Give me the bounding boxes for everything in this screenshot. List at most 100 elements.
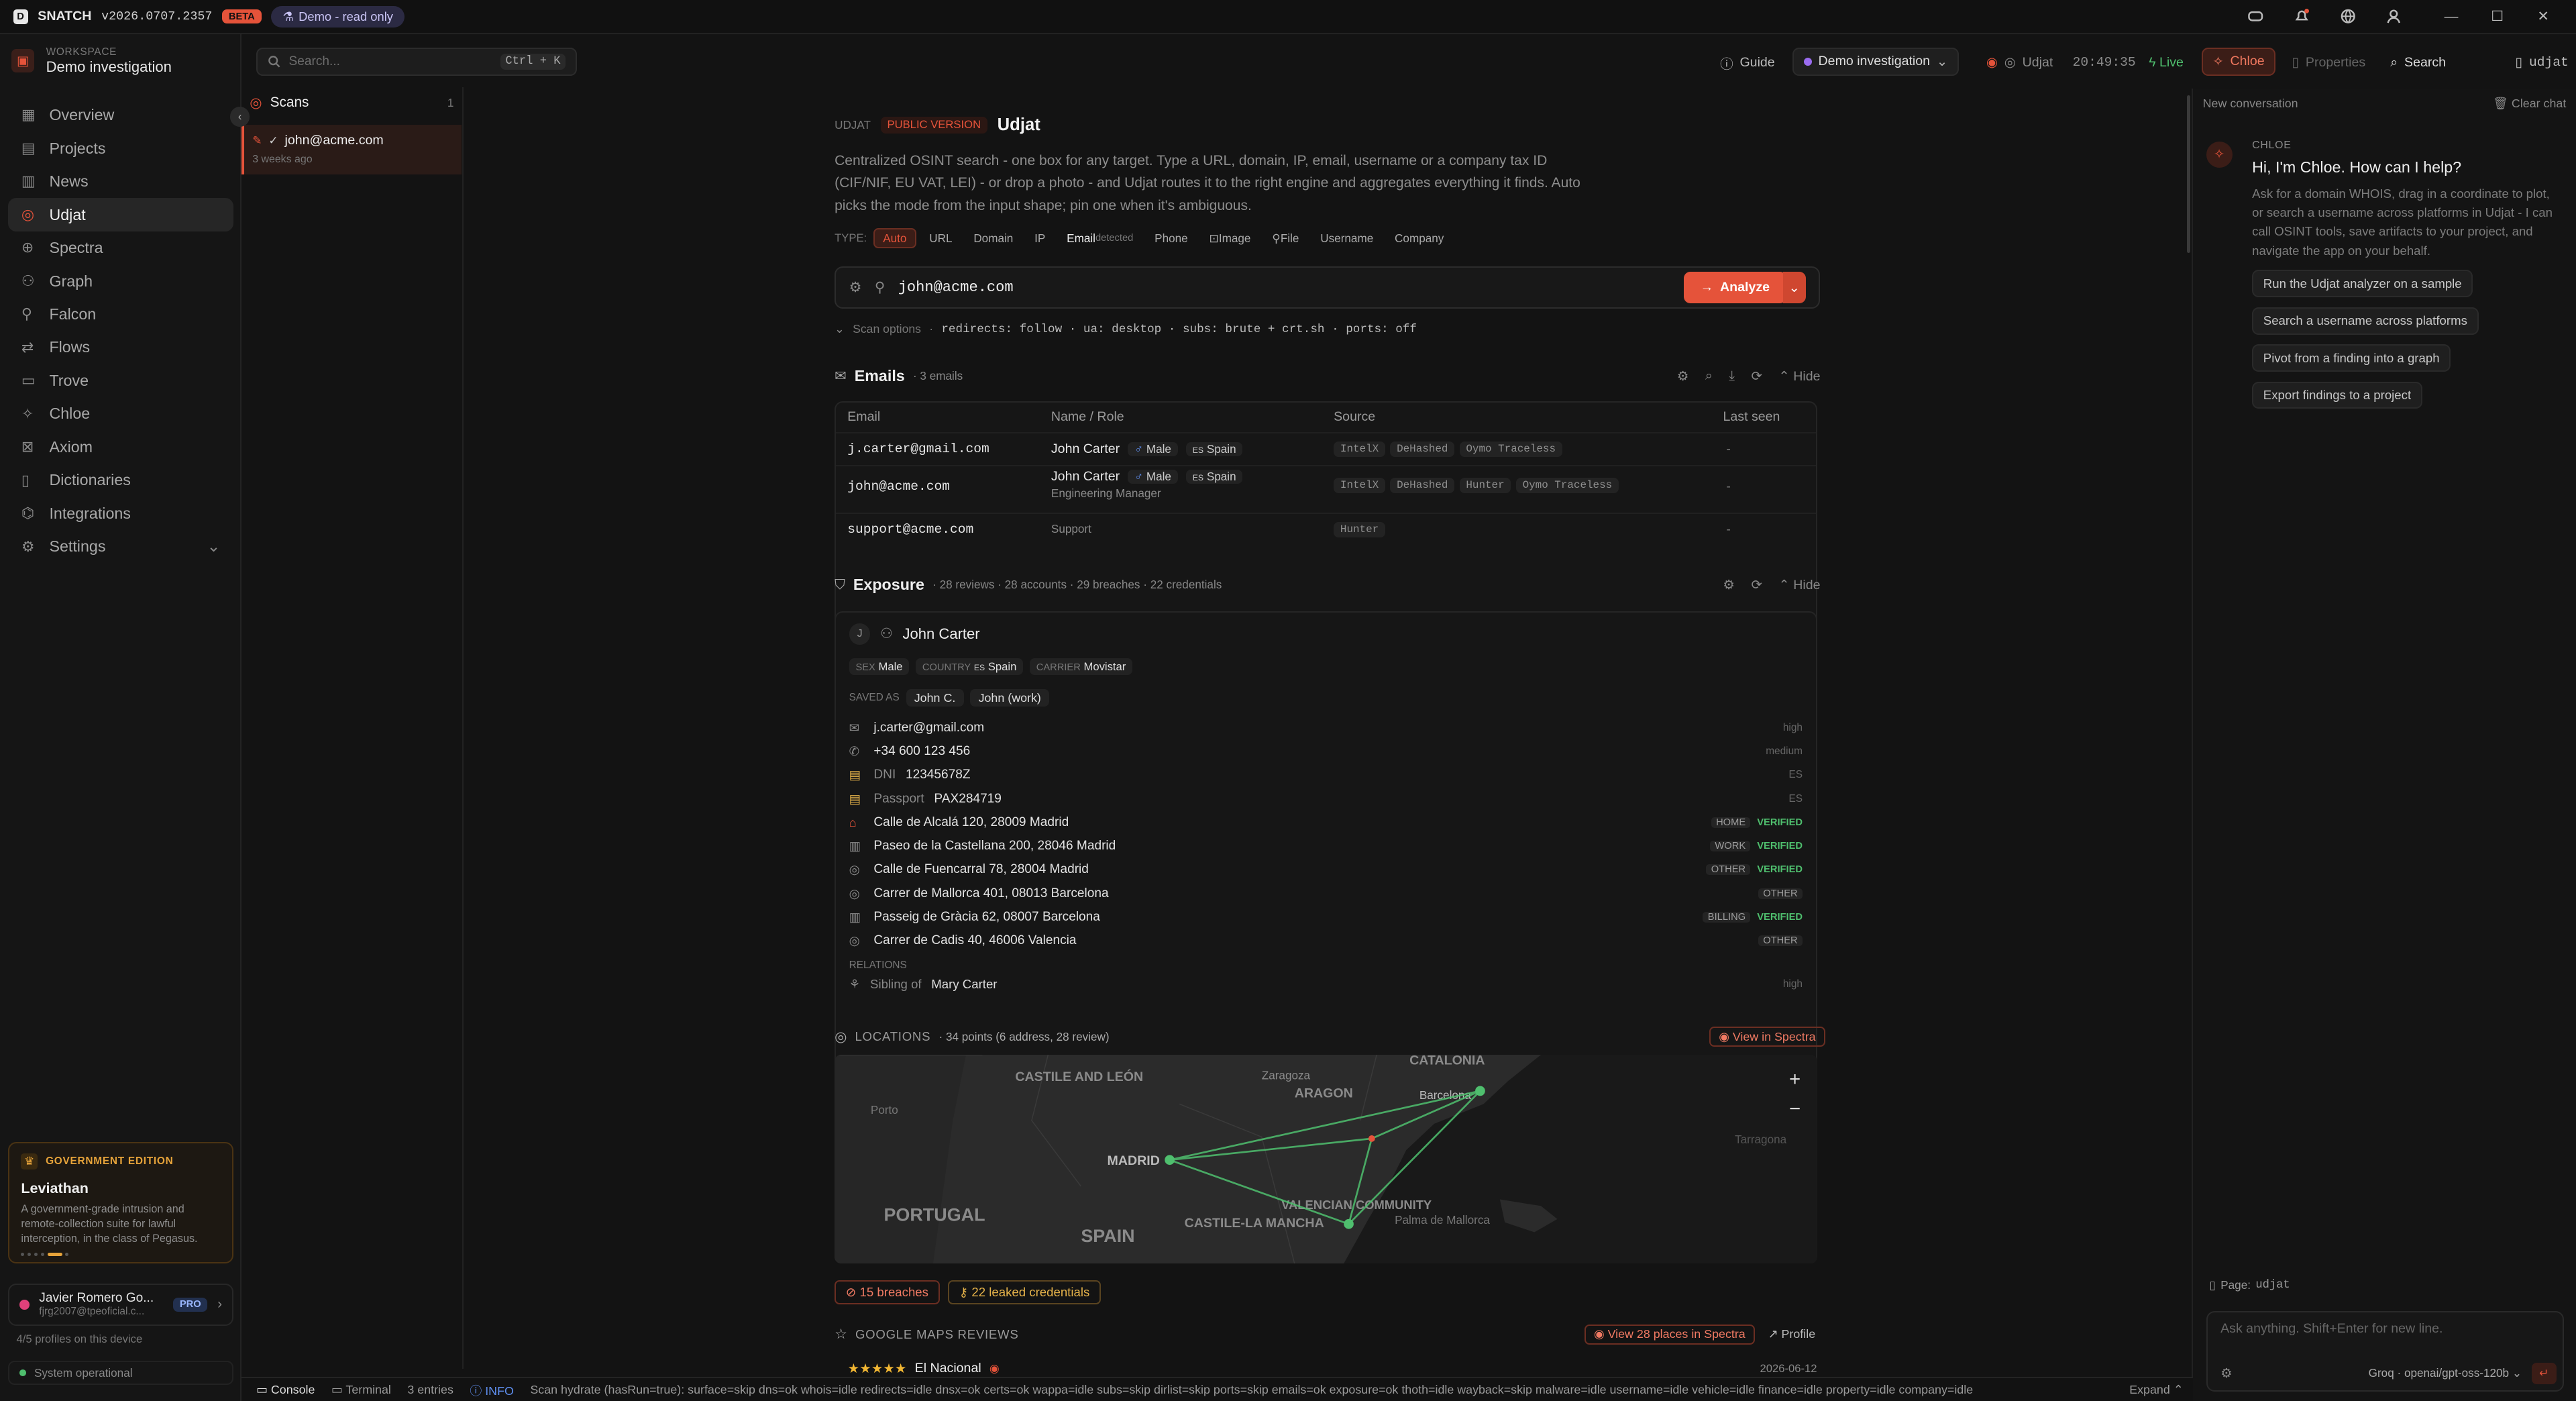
exposure-item[interactable]: ✆ +34 600 123 456 medium — [849, 740, 1803, 764]
refresh-icon[interactable]: ⟳ — [1751, 577, 1762, 593]
sidebar-item-news[interactable]: ▥ News — [8, 165, 233, 198]
workspace-switcher[interactable]: ▣ WORKSPACE Demo investigation — [11, 41, 230, 81]
exposure-item[interactable]: ◎ Carrer de Cadis 40, 46006 Valencia OTHER — [849, 929, 1803, 953]
exposure-item[interactable]: ◎ Calle de Fuencarral 78, 28004 Madrid OTH… — [849, 858, 1803, 882]
user-icon[interactable] — [2385, 8, 2425, 24]
user-card[interactable]: Javier Romero Go... fjrg2007@tpeoficial.… — [8, 1283, 233, 1327]
type-email[interactable]: Email detected — [1059, 229, 1142, 247]
chloe-intro: Ask for a domain WHOIS, drag in a coordi… — [2252, 187, 2553, 258]
sidebar-item-integrations[interactable]: ⌬ Integrations — [8, 497, 233, 530]
chloe-suggestion[interactable]: Pivot from a finding into a graph — [2252, 344, 2451, 372]
sidebar-item-udjat[interactable]: ◎ Udjat — [8, 198, 233, 231]
sidebar-item-settings[interactable]: ⚙ Settings ⌄ — [8, 530, 233, 563]
minimize-icon[interactable]: — — [2432, 9, 2471, 25]
bell-icon[interactable] — [2294, 8, 2333, 24]
chloe-suggestion[interactable]: Search a username across platforms — [2252, 307, 2479, 335]
search-icon[interactable]: ⌕ — [1705, 368, 1713, 384]
hide-emails-button[interactable]: ⌃ Hide — [1778, 368, 1820, 384]
view-in-spectra-button[interactable]: ◉ View in Spectra — [1709, 1027, 1825, 1047]
saved-alias-chip[interactable]: John (work) — [970, 689, 1050, 707]
type-ip[interactable]: IP — [1026, 229, 1054, 247]
zoom-in-button[interactable]: + — [1789, 1068, 1801, 1091]
properties-button[interactable]: ▯ Properties — [2282, 49, 2375, 75]
type-url[interactable]: URL — [921, 229, 961, 247]
chloe-suggestion[interactable]: Export findings to a project — [2252, 381, 2422, 409]
promo-card[interactable]: ♛ GOVERNMENT EDITION Leviathan A governm… — [8, 1142, 233, 1264]
clear-chat-button[interactable]: 🗑 Clear chat — [2493, 97, 2566, 111]
close-icon[interactable]: ✕ — [2524, 8, 2563, 25]
type-file[interactable]: ⚲ File — [1264, 229, 1307, 247]
sidebar-item-spectra[interactable]: ⊕ Spectra — [8, 231, 233, 264]
relation-row[interactable]: ⚘ Sibling of Mary Carter high — [849, 976, 1803, 992]
terminal-tab[interactable]: ▭ Terminal — [331, 1383, 391, 1397]
sidebar-item-projects[interactable]: ▤ Projects — [8, 132, 233, 164]
analyze-button[interactable]: → Analyze — [1684, 272, 1786, 303]
locations-map[interactable]: CATALONIA CASTILE AND LEÓN Zaragoza ARAG… — [835, 1055, 1817, 1264]
breaches-badge[interactable]: ⊘ 15 breaches — [835, 1280, 940, 1304]
sparkle-icon: ✧ — [2212, 54, 2224, 69]
investigation-selector[interactable]: Demo investigation ⌄ — [1792, 48, 1959, 76]
chat-input[interactable]: Ask anything. Shift+Enter for new line. … — [2206, 1311, 2565, 1392]
settings-icon[interactable]: ⚙ — [1677, 368, 1689, 384]
analyze-options-button[interactable]: ⌄ — [1782, 272, 1806, 303]
attach-icon[interactable]: ⚲ — [875, 279, 885, 296]
exposure-item[interactable]: ▥ Passeig de Gràcia 62, 08007 Barcelona BI… — [849, 905, 1803, 929]
scan-options[interactable]: ⌄ Scan options · redirects: follow · ua: … — [835, 322, 1417, 336]
exposure-item[interactable]: ⌂ Calle de Alcalá 120, 28009 Madrid HOME VE… — [849, 811, 1803, 834]
sidebar-item-dictionaries[interactable]: ▯ Dictionaries — [8, 464, 233, 497]
sidebar-item-chloe[interactable]: ✧ Chloe — [8, 397, 233, 430]
exposure-item[interactable]: ◎ Carrer de Mallorca 401, 08013 Barcelona… — [849, 882, 1803, 905]
chloe-suggestion[interactable]: Run the Udjat analyzer on a sample — [2252, 270, 2473, 298]
settings-icon[interactable]: ⚙ — [849, 279, 862, 296]
view-places-button[interactable]: ◉ View 28 places in Spectra — [1584, 1324, 1755, 1345]
exposure-item[interactable]: ▥ Paseo de la Castellana 200, 28046 Madri… — [849, 835, 1803, 858]
table-row[interactable]: support@acme.com Support Hunter - — [836, 512, 1816, 546]
console-tab[interactable]: ▭ Console — [256, 1383, 315, 1397]
role: Support — [1051, 521, 1091, 535]
discord-icon[interactable] — [2247, 8, 2287, 24]
profile-button[interactable]: ↗ Profile — [1763, 1326, 1820, 1343]
query-input[interactable]: john@acme.com — [898, 279, 1671, 296]
model-selector[interactable]: Groq · openai/gpt-oss-120b ⌄ — [2369, 1366, 2522, 1380]
main-scrollbar[interactable] — [2186, 95, 2190, 254]
exposure-item[interactable]: ✉ j.carter@gmail.com high — [849, 716, 1803, 739]
new-conversation-button[interactable]: New conversation — [2203, 97, 2298, 111]
sidebar-item-falcon[interactable]: ⚲ Falcon — [8, 298, 233, 331]
download-icon[interactable]: ⤓ — [1729, 368, 1735, 384]
zoom-out-button[interactable]: − — [1789, 1098, 1801, 1121]
sidebar-item-graph[interactable]: ⚇ Graph — [8, 264, 233, 297]
type-image[interactable]: ⊡ Image — [1201, 229, 1258, 247]
settings-icon[interactable]: ⚙ — [1723, 577, 1735, 593]
collapse-sidebar-button[interactable]: ‹ — [229, 107, 250, 127]
chloe-toggle-button[interactable]: ✧ Chloe — [2201, 48, 2276, 76]
sidebar-item-overview[interactable]: ▦ Overview — [8, 99, 233, 132]
send-button[interactable]: ↵ — [2531, 1362, 2557, 1384]
review-row[interactable]: ★★★★★ El Nacional ◉ 2026-06-12 — [848, 1361, 1817, 1377]
global-search[interactable]: Search... Ctrl + K — [256, 48, 577, 76]
credentials-badge[interactable]: ⚷ 22 leaked credentials — [947, 1280, 1101, 1304]
type-domain[interactable]: Domain — [965, 229, 1021, 247]
hide-exposure-button[interactable]: ⌃ Hide — [1778, 577, 1820, 593]
sidebar-item-axiom[interactable]: ⊠ Axiom — [8, 431, 233, 464]
saved-alias-chip[interactable]: John C. — [906, 689, 964, 707]
sidebar-item-trove[interactable]: ▭ Trove — [8, 364, 233, 397]
expand-console-button[interactable]: Expand ⌃ — [2119, 1383, 2184, 1398]
exposure-item[interactable]: ▤ DNI 12345678Z ES — [849, 764, 1803, 787]
settings-icon[interactable]: ⚙ — [2220, 1365, 2233, 1382]
table-row[interactable]: j.carter@gmail.com John Carter ♂ Male ES Sp… — [836, 431, 1816, 465]
promo-pager[interactable] — [21, 1253, 220, 1257]
type-phone[interactable]: Phone — [1146, 229, 1196, 247]
type-auto[interactable]: Auto — [873, 228, 916, 249]
exposure-item[interactable]: ▤ Passport PAX284719 ES — [849, 787, 1803, 811]
type-username[interactable]: Username — [1312, 229, 1381, 247]
guide-button[interactable]: ⓘ Guide — [1710, 49, 1784, 75]
search-button[interactable]: ⌕ Search — [2381, 49, 2456, 75]
type-company[interactable]: Company — [1387, 229, 1452, 247]
scan-item[interactable]: ✎ ✓ john@acme.com 3 weeks ago — [241, 125, 462, 174]
refresh-icon[interactable]: ⟳ — [1751, 368, 1762, 384]
maximize-icon[interactable]: ☐ — [2477, 8, 2517, 25]
table-row[interactable]: john@acme.com John Carter ♂ Male ES Spain En… — [836, 464, 1816, 513]
globe-icon[interactable] — [2340, 8, 2379, 24]
sidebar-item-flows[interactable]: ⇄ Flows — [8, 331, 233, 364]
verified-tag: VERIFIED — [1757, 841, 1803, 852]
